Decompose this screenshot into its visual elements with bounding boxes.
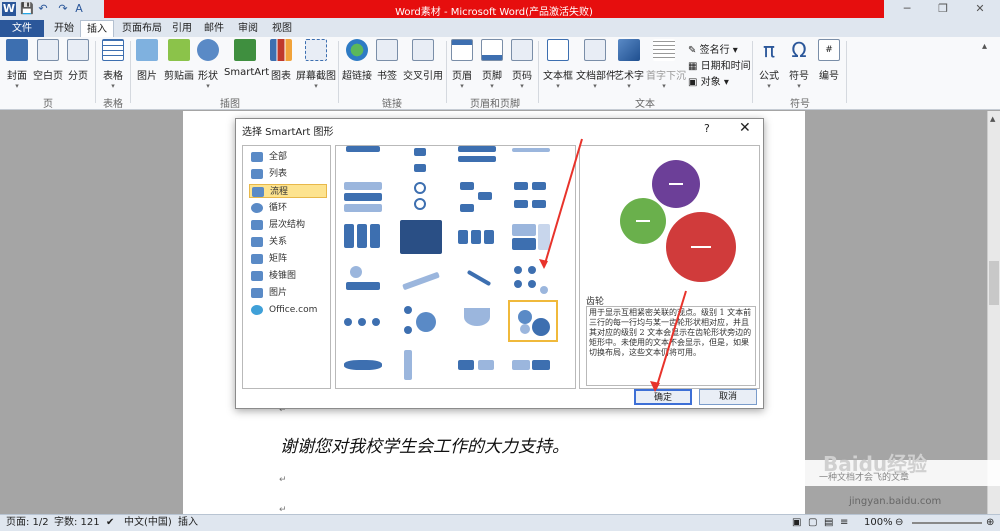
- language[interactable]: 中文(中国): [124, 515, 172, 531]
- outline-icon[interactable]: ≡: [840, 515, 848, 531]
- paragraph-mark: ↵: [279, 475, 287, 485]
- page-break-button[interactable]: 分页: [66, 39, 90, 89]
- tab-layout[interactable]: 页面布局: [116, 20, 168, 37]
- separator: [95, 41, 96, 103]
- picture-button[interactable]: 图片: [134, 39, 160, 89]
- textbox-button[interactable]: 文本框 ▾: [542, 39, 574, 90]
- close-window-icon[interactable]: ✕: [966, 0, 994, 18]
- calendar-icon: ▦: [688, 61, 698, 72]
- quick-parts-button[interactable]: 文档部件 ▾: [576, 39, 616, 90]
- signature-icon: ✎: [688, 45, 697, 56]
- zoom-out-icon[interactable]: ⊖: [895, 515, 903, 531]
- tab-file[interactable]: 文件: [0, 20, 44, 37]
- font-color-icon[interactable]: A: [72, 2, 86, 16]
- group-label-table: 表格: [103, 99, 123, 110]
- page-count[interactable]: 页面: 1/2: [6, 515, 49, 531]
- footer-button[interactable]: 页脚 ▾: [480, 39, 504, 90]
- tab-insert[interactable]: 插入: [80, 20, 114, 37]
- dropcap-button[interactable]: 首字下沉 ▾: [646, 39, 686, 90]
- watermark-url: jingyan.baidu.com: [849, 496, 942, 507]
- group-label-symbols: 符号: [790, 99, 810, 110]
- screenshot-button[interactable]: 屏幕截图 ▾: [296, 39, 336, 90]
- full-screen-icon[interactable]: ▢: [808, 515, 817, 531]
- annotation-arrows: [539, 138, 687, 392]
- tab-view[interactable]: 视图: [266, 20, 298, 37]
- group-label-links: 链接: [382, 99, 402, 110]
- proofing-icon[interactable]: ✔: [106, 515, 114, 531]
- baidu-watermark: Baidu经验 一种文档才会飞的文章 jingyan.baidu.com: [765, 446, 1000, 514]
- tab-references[interactable]: 引用: [166, 20, 198, 37]
- smartart-button[interactable]: SmartArt: [224, 39, 269, 89]
- table-button[interactable]: 表格 ▾: [100, 39, 126, 90]
- separator: [538, 41, 539, 103]
- scroll-up-icon[interactable]: ▲: [990, 115, 995, 123]
- insert-mode[interactable]: 插入: [178, 515, 198, 531]
- ribbon-tabs: 文件 开始 插入 页面布局 引用 邮件 审阅 视图: [0, 20, 1000, 37]
- separator: [130, 41, 131, 103]
- page-number-button[interactable]: 页码 ▾: [510, 39, 534, 90]
- web-layout-icon[interactable]: ▤: [824, 515, 833, 531]
- numbering-button[interactable]: # 编号: [816, 39, 842, 89]
- object-button[interactable]: ▣ 对象 ▾: [688, 73, 729, 88]
- word-app-icon[interactable]: W: [2, 2, 16, 16]
- red-arrow-2: [655, 290, 687, 390]
- equation-button[interactable]: π 公式 ▾: [756, 39, 782, 90]
- window-title: Word素材 - Microsoft Word(产品激活失败): [395, 7, 593, 18]
- separator: [752, 41, 753, 103]
- separator: [338, 41, 339, 103]
- save-icon[interactable]: 💾: [20, 2, 34, 16]
- ribbon: 封面 ▾ 空白页 分页 页 表格 ▾ 表格 图片 剪贴画 形状 ▾ SmartArt …: [0, 37, 1000, 110]
- word-count[interactable]: 字数: 121: [54, 515, 100, 531]
- zoom-in-icon[interactable]: ⊕: [986, 515, 994, 531]
- group-label-text: 文本: [635, 99, 655, 110]
- redo-icon[interactable]: ↷: [56, 2, 70, 16]
- group-label-illustrations: 插图: [220, 99, 240, 110]
- title-bar: W 💾 ↶ ↷ A Word素材 - Microsoft Word(产品激活失败…: [0, 0, 1000, 20]
- status-bar: 页面: 1/2 字数: 121 ✔ 中文(中国) 插入 ▣ ▢ ▤ ≡ 100%…: [0, 514, 1000, 531]
- zoom-slider[interactable]: [912, 522, 982, 524]
- ribbon-collapse-icon[interactable]: ▴: [982, 41, 987, 52]
- separator: [446, 41, 447, 103]
- chart-button[interactable]: 图表: [268, 39, 294, 89]
- watermark-caption: 一种文档才会飞的文章: [819, 473, 910, 483]
- cover-button[interactable]: 封面 ▾: [4, 39, 30, 90]
- signature-line-button[interactable]: ✎ 签名行 ▾: [688, 41, 738, 56]
- group-label-page: 页: [43, 99, 53, 110]
- tab-home[interactable]: 开始: [48, 20, 80, 37]
- smartart-dialog: 选择 SmartArt 图形 ? ✕ 全部 列表 流程 循环 层次结构 关系 矩…: [235, 118, 764, 409]
- object-icon: ▣: [688, 77, 698, 88]
- symbol-button[interactable]: Ω 符号 ▾: [786, 39, 812, 90]
- header-button[interactable]: 页眉 ▾: [450, 39, 474, 90]
- group-label-header-footer: 页眉和页脚: [470, 99, 520, 110]
- cross-reference-button[interactable]: 交叉引用: [402, 39, 444, 89]
- red-arrow-1: [543, 138, 583, 268]
- hyperlink-button[interactable]: 超链接: [342, 39, 372, 89]
- wordart-button[interactable]: 艺术字 ▾: [614, 39, 644, 90]
- clipart-button[interactable]: 剪贴画: [162, 39, 196, 89]
- blank-page-button[interactable]: 空白页: [32, 39, 64, 89]
- shapes-button[interactable]: 形状 ▾: [196, 39, 220, 90]
- minimize-icon[interactable]: ─: [893, 0, 921, 18]
- date-time-button[interactable]: ▦ 日期和时间: [688, 57, 751, 72]
- scrollbar-thumb[interactable]: [989, 261, 999, 305]
- document-text: 谢谢您对我校学生会工作的大力支持。: [280, 437, 569, 457]
- restore-icon[interactable]: ❐: [929, 0, 957, 18]
- tab-review[interactable]: 审阅: [232, 20, 264, 37]
- separator: [846, 41, 847, 103]
- bookmark-button[interactable]: 书签: [374, 39, 400, 89]
- tab-mailings[interactable]: 邮件: [198, 20, 230, 37]
- undo-icon[interactable]: ↶: [36, 2, 50, 16]
- print-layout-icon[interactable]: ▣: [792, 515, 801, 531]
- zoom-level[interactable]: 100%: [864, 515, 893, 531]
